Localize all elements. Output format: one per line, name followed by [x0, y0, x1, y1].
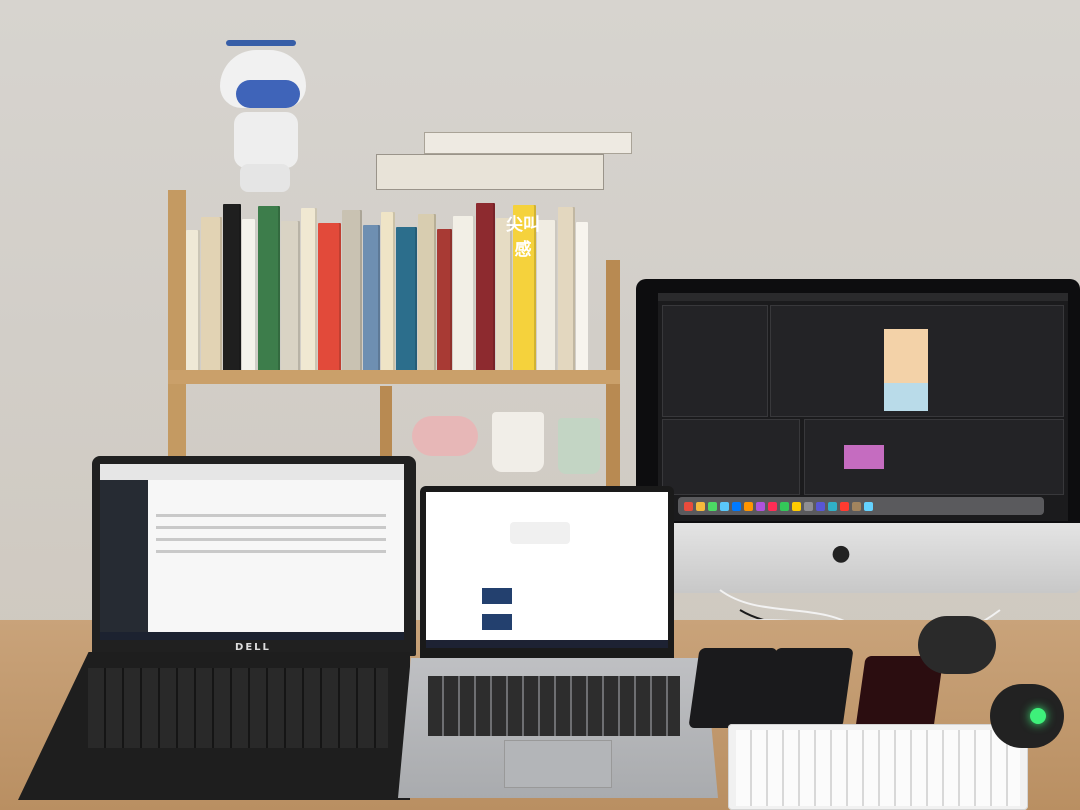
web-banner [510, 522, 570, 544]
book-spine-title: 尖叫感 [506, 215, 540, 260]
dock-app-icon [852, 501, 861, 511]
mouse [918, 616, 996, 674]
video-editor-window [658, 293, 1068, 521]
hp-keyboard [428, 676, 680, 736]
dell-keyboard [88, 668, 388, 748]
book [363, 225, 380, 380]
dock-app-icon [816, 501, 825, 511]
phone [764, 648, 854, 728]
project-panel [662, 419, 800, 495]
book [396, 227, 417, 380]
hp-touchpad [504, 740, 612, 788]
gaming-mouse [990, 684, 1064, 748]
stacked-book [376, 154, 604, 190]
book [558, 207, 575, 380]
robot-body [234, 112, 298, 168]
stacked-book [424, 132, 632, 154]
content-card [482, 588, 512, 604]
keyboard-keys [736, 730, 1020, 806]
browser-tab-bar [100, 464, 404, 480]
book [318, 223, 341, 380]
dock-app-icon [792, 501, 801, 511]
book [342, 210, 362, 380]
admin-sidebar [100, 480, 148, 640]
stacked-books [376, 132, 632, 190]
mouse-logo-glow [1030, 708, 1046, 724]
dock-app-icon [864, 501, 873, 511]
apple-logo-icon: ● [831, 541, 851, 566]
dock-app-icon [768, 501, 777, 511]
dell-logo: DELL [235, 642, 271, 653]
book [418, 214, 436, 380]
dock [678, 497, 1044, 515]
book [281, 221, 300, 380]
book [201, 217, 222, 380]
table-row [156, 526, 386, 529]
white-mug [492, 412, 544, 472]
robot-visor [236, 80, 300, 108]
phone [688, 648, 778, 728]
shelf-board [168, 370, 620, 384]
source-panel [662, 305, 768, 417]
book [381, 212, 395, 380]
hp-screen [426, 492, 668, 648]
dell-lid: DELL [92, 456, 416, 656]
bookshelf: 尖叫感 [168, 132, 632, 490]
table-row [156, 538, 386, 541]
hp-laptop [398, 486, 718, 798]
preview-frame-lower [884, 383, 928, 411]
robot-head [220, 50, 306, 108]
dock-app-icon [780, 501, 789, 511]
dell-screen [100, 464, 404, 640]
taskbar [100, 632, 404, 640]
desk-setup-photo: 尖叫感 ● DELL [0, 0, 1080, 810]
content-card [482, 614, 512, 630]
shelf-side [168, 190, 186, 490]
book [242, 219, 257, 380]
taskbar [426, 640, 668, 648]
green-cup [558, 418, 600, 474]
hp-lid [420, 486, 674, 658]
dock-app-icon [720, 501, 729, 511]
dock-app-icon [744, 501, 753, 511]
book [186, 230, 200, 380]
book [476, 203, 495, 380]
dell-laptop: DELL [18, 456, 416, 800]
dock-app-icon [732, 501, 741, 511]
table-row [156, 514, 386, 517]
timeline-clip [844, 445, 884, 469]
book [223, 204, 241, 380]
dock-app-icon [804, 501, 813, 511]
robot-toy [216, 36, 324, 192]
robot-propeller [226, 40, 296, 46]
dock-app-icon [828, 501, 837, 511]
apple-keyboard [728, 724, 1028, 810]
menu-bar [658, 293, 1068, 301]
book [258, 206, 280, 380]
book [576, 222, 590, 380]
table-row [156, 550, 386, 553]
book [453, 216, 475, 380]
dock-app-icon [840, 501, 849, 511]
dock-app-icon [756, 501, 765, 511]
pink-cloth [412, 416, 478, 456]
robot-legs [240, 164, 290, 192]
book [301, 208, 317, 380]
book [437, 229, 452, 380]
timeline-panel [804, 419, 1064, 495]
